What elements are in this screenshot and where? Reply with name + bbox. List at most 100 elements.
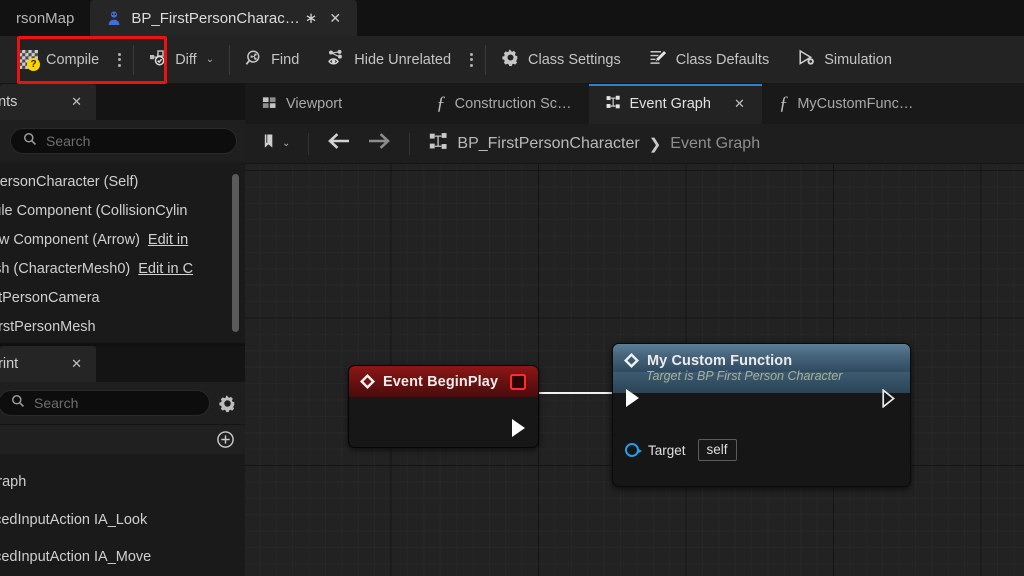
play-gear-icon xyxy=(797,49,816,71)
function-f-icon: ƒ xyxy=(779,93,789,115)
nav-back-button[interactable] xyxy=(320,127,356,160)
myblueprint-panel-tabrow: print ✕ xyxy=(0,346,245,382)
gear-icon xyxy=(501,48,520,71)
breadcrumb-separator xyxy=(409,133,410,155)
find-magnifier-icon xyxy=(245,49,263,71)
myblueprint-settings-gear-icon[interactable] xyxy=(218,394,237,413)
class-settings-button[interactable]: Class Settings xyxy=(490,41,632,79)
components-list: tPersonCharacter (Self) sule Component (… xyxy=(0,162,245,343)
object-pin-icon[interactable] xyxy=(625,443,639,457)
function-diamond-icon xyxy=(624,353,639,368)
blueprint-editor-window: rsonMap BP_FirstPersonCharac… ∗ ✕ xyxy=(0,0,1024,576)
tab-my-blueprint-close-icon[interactable]: ✕ xyxy=(71,356,82,372)
class-defaults-label: Class Defaults xyxy=(676,52,769,68)
circle-plus-icon[interactable] xyxy=(216,430,235,449)
class-defaults-button[interactable]: Class Defaults xyxy=(638,41,780,79)
components-scrollbar-thumb[interactable] xyxy=(232,174,239,332)
list-item[interactable]: tPersonCharacter (Self) xyxy=(0,167,245,196)
list-item[interactable]: esh (CharacterMesh0) Edit in C xyxy=(0,254,245,283)
hide-unrelated-options-button[interactable] xyxy=(462,43,481,77)
compile-button[interactable]: ? Compile xyxy=(8,41,110,79)
list-item[interactable]: Graph xyxy=(0,463,245,501)
node-body xyxy=(349,397,538,449)
event-graph-icon xyxy=(429,132,448,156)
simulation-label: Simulation xyxy=(824,52,892,68)
edit-in-cpp-link[interactable]: Edit in C xyxy=(138,261,193,277)
tab-event-graph-close-icon[interactable]: ✕ xyxy=(734,96,745,112)
blueprint-item-label: ncedInputAction IA_Look xyxy=(0,512,147,528)
compile-options-button[interactable] xyxy=(110,43,129,77)
list-item[interactable]: sule Component (CollisionCylin xyxy=(0,196,245,225)
toolbar-separator-1 xyxy=(133,45,134,75)
left-panel-column: ents ✕ Search tPersonCharacter (Self) xyxy=(0,84,245,576)
asset-tab-bar: rsonMap BP_FirstPersonCharac… ∗ ✕ xyxy=(0,0,1024,36)
bookmark-icon xyxy=(262,133,277,155)
event-graph-canvas[interactable]: Event BeginPlay My Custom Function Targe… xyxy=(245,164,1024,576)
toolbar-separator-3 xyxy=(485,45,486,75)
list-item[interactable]: rstPersonCamera xyxy=(0,283,245,312)
list-item[interactable]: FirstPersonMesh xyxy=(0,312,245,341)
nav-forward-button[interactable] xyxy=(362,127,398,160)
asset-tab-close-icon[interactable]: ✕ xyxy=(329,11,341,25)
asset-tab-blueprint-label: BP_FirstPersonCharac… xyxy=(131,10,299,27)
find-button[interactable]: Find xyxy=(234,41,310,79)
node-my-custom-function[interactable]: My Custom Function Target is BP First Pe… xyxy=(612,343,911,487)
component-label: rstPersonCamera xyxy=(0,290,100,306)
list-item[interactable]: row Component (Arrow) Edit in xyxy=(0,225,245,254)
event-graph-icon xyxy=(606,95,621,114)
exec-output-pin[interactable] xyxy=(512,419,525,437)
exec-output-pin[interactable] xyxy=(882,389,896,408)
tab-my-blueprint[interactable]: print ✕ xyxy=(0,346,96,382)
exec-input-pin[interactable] xyxy=(626,389,639,407)
list-item[interactable]: ncedInputAction IA_Move xyxy=(0,538,245,575)
node-header: Event BeginPlay xyxy=(349,366,538,397)
component-label: tPersonCharacter (Self) xyxy=(0,174,138,190)
breadcrumb-separator xyxy=(308,133,309,155)
tab-viewport[interactable]: Viewport xyxy=(245,84,359,124)
asset-tab-dirty-marker: ∗ xyxy=(305,9,318,27)
components-search-input[interactable]: Search xyxy=(10,128,237,154)
blueprint-item-label: ncedInputAction IA_Move xyxy=(0,549,151,565)
diff-label: Diff xyxy=(175,52,197,68)
myblueprint-add-bar xyxy=(0,424,245,454)
hide-unrelated-button[interactable]: Hide Unrelated xyxy=(316,41,462,79)
diff-icon xyxy=(149,49,167,71)
node-title: My Custom Function xyxy=(647,353,792,369)
pencil-lines-icon xyxy=(649,49,668,71)
list-item[interactable]: ncedInputAction IA_Look xyxy=(0,501,245,538)
tab-my-blueprint-label: print xyxy=(0,356,18,372)
tab-event-graph[interactable]: Event Graph ✕ xyxy=(589,84,762,124)
search-icon xyxy=(11,394,25,413)
document-tab-strip: Viewport ƒ Construction Sc… Event Graph … xyxy=(245,84,1024,124)
tab-components-close-icon[interactable]: ✕ xyxy=(71,94,82,110)
tab-construction-script[interactable]: ƒ Construction Sc… xyxy=(419,84,588,124)
edit-in-cpp-link[interactable]: Edit in xyxy=(148,232,188,248)
component-label: sule Component (CollisionCylin xyxy=(0,203,187,219)
toolbar-separator-2 xyxy=(229,45,230,75)
blueprint-item-label: Graph xyxy=(0,474,26,490)
tab-event-graph-label: Event Graph xyxy=(630,96,711,112)
breadcrumb-root-label[interactable]: BP_FirstPersonCharacter xyxy=(457,135,639,153)
tab-construction-script-label: Construction Sc… xyxy=(455,96,572,112)
tab-components[interactable]: ents ✕ xyxy=(0,84,96,120)
search-icon xyxy=(23,132,37,151)
tab-viewport-label: Viewport xyxy=(286,96,342,112)
breadcrumb: ⌄ xyxy=(245,124,1024,164)
pin-value-input[interactable]: self xyxy=(698,439,737,461)
asset-tab-map-label: rsonMap xyxy=(16,10,74,27)
components-search-bar: Search xyxy=(0,120,245,162)
asset-tab-blueprint[interactable]: BP_FirstPersonCharac… ∗ ✕ xyxy=(90,0,357,36)
myblueprint-search-input[interactable]: Search xyxy=(0,390,210,416)
event-diamond-icon xyxy=(360,374,375,389)
asset-tab-map[interactable]: rsonMap xyxy=(0,0,90,36)
diff-button[interactable]: Diff ⌄ xyxy=(138,41,225,79)
myblueprint-search-placeholder: Search xyxy=(34,395,78,411)
breadcrumb-path: BP_FirstPersonCharacter ❯ Event Graph xyxy=(429,132,760,156)
node-event-beginplay[interactable]: Event BeginPlay xyxy=(348,365,539,448)
tab-my-custom-function[interactable]: ƒ MyCustomFunc… xyxy=(762,84,931,124)
simulation-button[interactable]: Simulation xyxy=(786,41,903,79)
breadcrumb-separator-arrow: ❯ xyxy=(649,135,662,153)
tab-components-label: ents xyxy=(0,94,17,110)
event-marker-icon xyxy=(510,374,526,390)
bookmark-button[interactable]: ⌄ xyxy=(255,127,297,161)
